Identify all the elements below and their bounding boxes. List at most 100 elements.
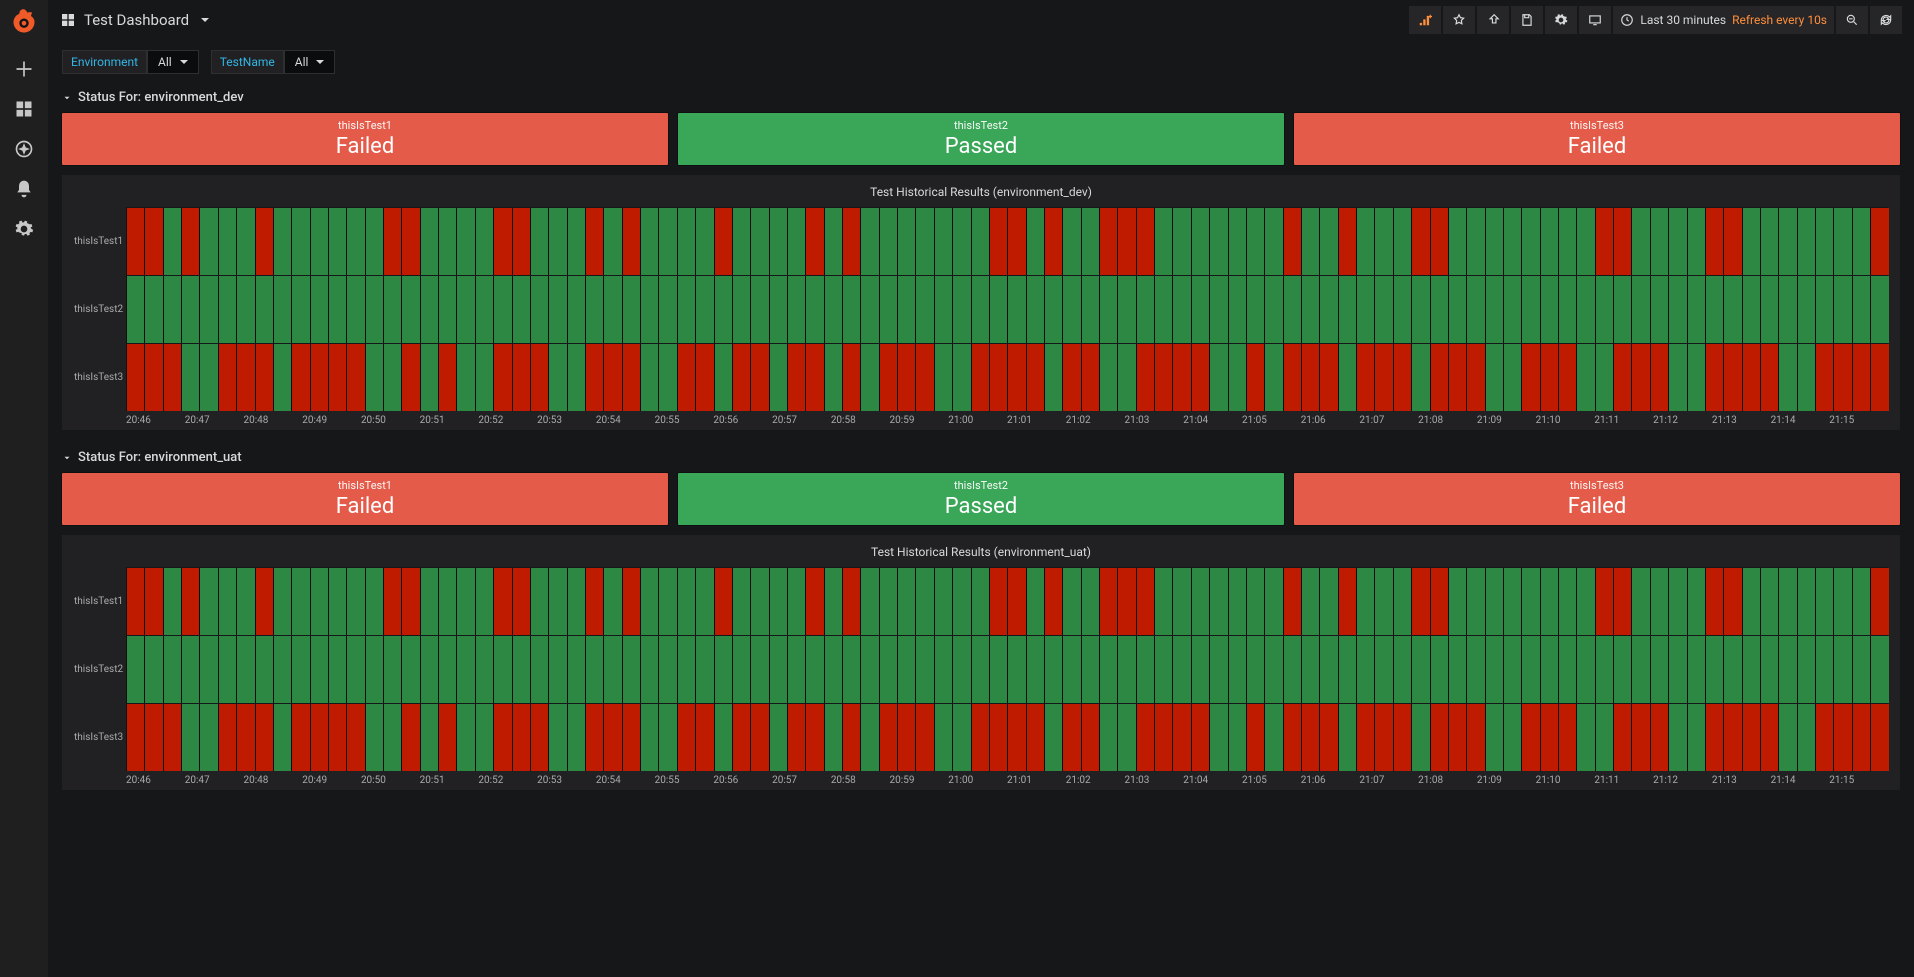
share-button[interactable] — [1477, 6, 1509, 34]
main-area: Test Dashboard Last 30 minutes Refresh e… — [48, 0, 1914, 977]
heatmap-cells — [126, 567, 1888, 635]
heatmap-cell — [989, 568, 1007, 635]
heatmap-cell — [677, 704, 695, 771]
xaxis-tick: 20:56 — [713, 775, 772, 786]
variable-select[interactable]: All — [284, 50, 336, 74]
heatmap-cell — [787, 568, 805, 635]
heatmap-cell — [438, 344, 456, 411]
heatmap-cell — [1007, 208, 1025, 275]
heatmap-cell — [1026, 208, 1044, 275]
heatmap-cell — [1540, 344, 1558, 411]
heatmap-cell — [144, 704, 162, 771]
row-title: Status For: environment_uat — [78, 450, 242, 465]
heatmap-cell — [1338, 344, 1356, 411]
star-button[interactable] — [1443, 6, 1475, 34]
heatmap-cell — [1099, 636, 1117, 703]
panel-title: Test Historical Results (environment_dev… — [74, 183, 1888, 207]
heatmap-cell — [1044, 276, 1062, 343]
heatmap-cell — [1466, 208, 1484, 275]
time-range-picker[interactable]: Last 30 minutes Refresh every 10s — [1613, 6, 1834, 34]
save-button[interactable] — [1511, 6, 1543, 34]
heatmap-cell — [860, 704, 878, 771]
heatmap-cell — [1595, 704, 1613, 771]
heatmap-cell — [971, 704, 989, 771]
status-card[interactable]: thisIsTest1Failed — [62, 473, 668, 525]
heatmap-cell — [640, 568, 658, 635]
status-card[interactable]: thisIsTest1Failed — [62, 113, 668, 165]
heatmap-cell — [1136, 208, 1154, 275]
plus-icon[interactable] — [14, 59, 34, 79]
section: Status For: environment_uat thisIsTest1Fa… — [48, 444, 1914, 804]
xaxis-tick: 20:57 — [772, 775, 831, 786]
heatmap-cell — [1264, 568, 1282, 635]
xaxis-tick: 20:48 — [243, 775, 302, 786]
heatmap-cell — [1099, 208, 1117, 275]
heatmap-cell — [1301, 276, 1319, 343]
heatmap-cell — [1521, 636, 1539, 703]
heatmap-cell — [1503, 568, 1521, 635]
heatmap-cell — [1338, 704, 1356, 771]
row-header[interactable]: Status For: environment_uat — [62, 444, 1900, 473]
heatmap-cell — [640, 704, 658, 771]
status-card[interactable]: thisIsTest2Passed — [678, 473, 1284, 525]
heatmap-cell — [456, 208, 474, 275]
heatmap-cell — [1705, 568, 1723, 635]
historical-panel[interactable]: Test Historical Results (environment_uat… — [62, 535, 1900, 790]
heatmap-cell — [1540, 208, 1558, 275]
heatmap-cell — [1062, 344, 1080, 411]
row-header[interactable]: Status For: environment_dev — [62, 84, 1900, 113]
heatmap-cell — [1172, 276, 1190, 343]
xaxis-tick: 21:09 — [1477, 415, 1536, 426]
heatmap-cell — [199, 344, 217, 411]
historical-panel[interactable]: Test Historical Results (environment_dev… — [62, 175, 1900, 430]
cycle-view-button[interactable] — [1579, 6, 1611, 34]
heatmap-cell — [1778, 208, 1796, 275]
heatmap-cell — [1668, 344, 1686, 411]
heatmap-cell — [934, 344, 952, 411]
dashboards-icon[interactable] — [14, 99, 34, 119]
zoom-out-button[interactable] — [1836, 6, 1868, 34]
heatmap-cell — [1374, 568, 1392, 635]
heatmap-cell — [1650, 208, 1668, 275]
heatmap-cell — [1852, 208, 1870, 275]
heatmap-cell — [1723, 208, 1741, 275]
heatmap-cell — [163, 704, 181, 771]
status-card[interactable]: thisIsTest3Failed — [1294, 113, 1900, 165]
xaxis-tick: 20:49 — [302, 775, 361, 786]
heatmap-cell — [860, 276, 878, 343]
dashboard-settings-button[interactable] — [1545, 6, 1577, 34]
settings-icon[interactable] — [14, 219, 34, 239]
card-title: thisIsTest2 — [954, 479, 1008, 492]
heatmap-cell — [1172, 208, 1190, 275]
heatmap-cell — [989, 276, 1007, 343]
heatmap-cell — [199, 704, 217, 771]
heatmap-cell — [1650, 704, 1668, 771]
heatmap-cell — [1595, 568, 1613, 635]
heatmap-cell — [585, 344, 603, 411]
refresh-button[interactable] — [1870, 6, 1902, 34]
heatmap-cell — [787, 636, 805, 703]
heatmap-cell — [1650, 568, 1668, 635]
heatmap-cell — [1099, 568, 1117, 635]
add-panel-button[interactable] — [1409, 6, 1441, 34]
alert-icon[interactable] — [14, 179, 34, 199]
heatmap-cell — [695, 344, 713, 411]
explore-icon[interactable] — [14, 139, 34, 159]
heatmap-cell — [1191, 704, 1209, 771]
grafana-logo[interactable] — [10, 8, 38, 39]
heatmap-cell — [1687, 208, 1705, 275]
heatmap-cell — [1448, 568, 1466, 635]
dashboard-title-dropdown[interactable]: Test Dashboard — [60, 11, 209, 29]
heatmap-cell — [126, 208, 144, 275]
variable-select[interactable]: All — [147, 50, 199, 74]
heatmap-cell — [971, 344, 989, 411]
heatmap-cell — [952, 344, 970, 411]
refresh-interval-label: Refresh every 10s — [1732, 13, 1827, 27]
heatmap-cell — [1356, 636, 1374, 703]
status-card[interactable]: thisIsTest3Failed — [1294, 473, 1900, 525]
heatmap-cell — [530, 208, 548, 275]
heatmap-cell — [1411, 636, 1429, 703]
heatmap-cell — [401, 208, 419, 275]
heatmap-cell — [1466, 636, 1484, 703]
status-card[interactable]: thisIsTest2Passed — [678, 113, 1284, 165]
